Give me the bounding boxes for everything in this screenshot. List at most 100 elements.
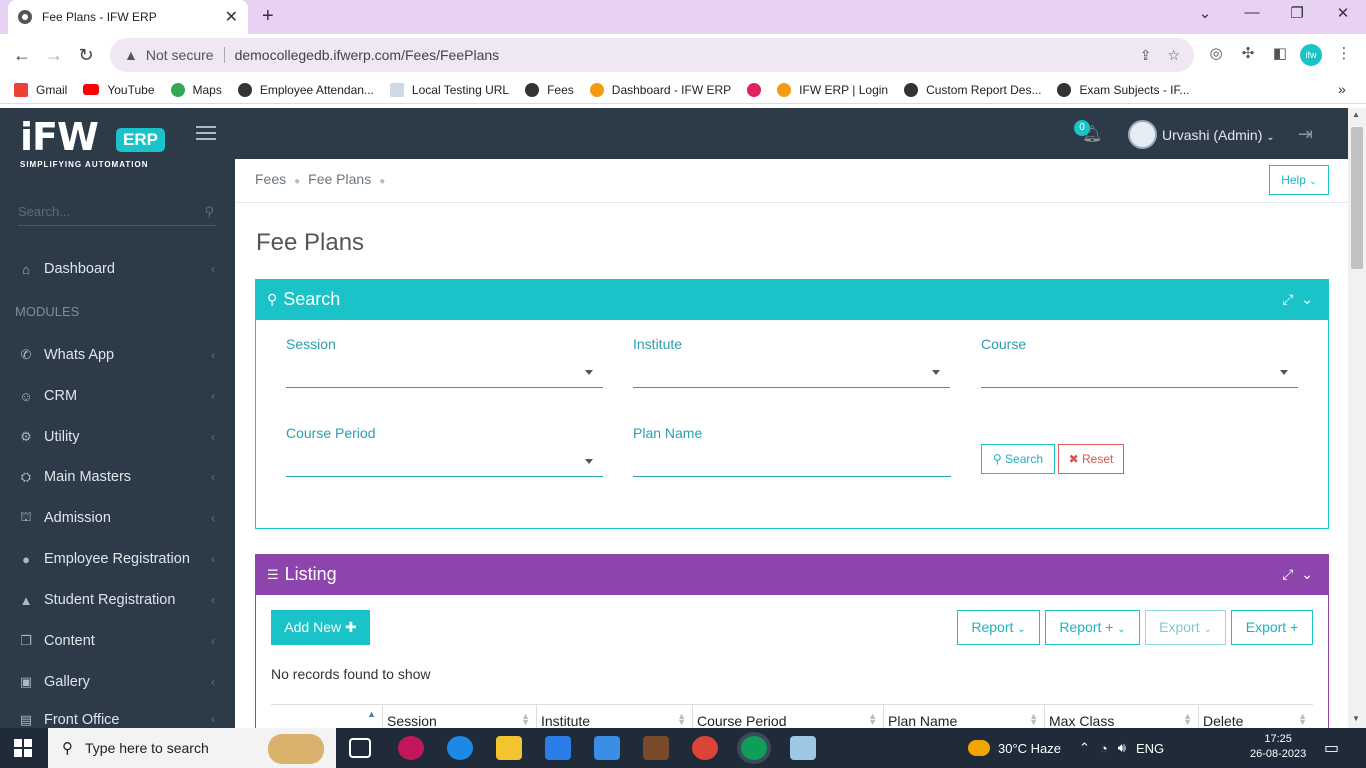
volume-icon[interactable]: 🔊︎ [1118,740,1126,756]
sidebar-item-utility[interactable]: ⚙ Utility ‹ [0,417,235,457]
maps-icon [170,82,185,97]
breadcrumb-fees[interactable]: Fees [255,171,286,187]
chrome-icon[interactable] [692,736,718,760]
sidebar-item-dashboard[interactable]: ⌂ Dashboard ‹ [0,249,235,289]
course-period-select[interactable] [286,451,603,477]
bookmark-ifw-login[interactable]: IFW ERP | Login [777,82,888,97]
help-button[interactable]: Help ⌄ [1269,165,1329,195]
reset-button[interactable]: ✖ Reset [1058,444,1124,474]
bookmark-red[interactable] [747,82,762,97]
microsoft-store-icon[interactable] [545,736,571,760]
restore-icon[interactable]: ❐ [1282,4,1312,22]
logout-icon[interactable]: ⇥ [1298,124,1313,145]
edge-browser-icon[interactable] [447,736,473,760]
expand-icon[interactable]: ⤢ [1282,566,1293,582]
share-icon[interactable]: ⇪ [1140,47,1152,64]
language-indicator[interactable]: ENG [1136,741,1164,756]
sidebar-item-content[interactable]: ❐ Content ‹ [0,621,235,661]
collapse-chevron-icon[interactable]: ⌄ [1301,291,1313,307]
sidebar-item-whatsapp[interactable]: ✆ Whats App ‹ [0,335,235,375]
sidebar-item-admission[interactable]: ⛫ Admission ‹ [0,498,235,538]
bookmark-custom-report[interactable]: Custom Report Des... [904,82,1041,97]
chevron-down-icon: ⌄ [1309,176,1317,186]
export-button[interactable]: Export ⌄ [1145,610,1226,645]
chevron-up-icon[interactable]: ⌃ [1079,740,1090,756]
chrome-active-icon[interactable] [741,736,767,760]
globe-icon [1057,82,1072,97]
export-label: Export [1159,619,1200,635]
warning-icon[interactable]: ▲ [124,47,138,63]
notepad-icon[interactable] [790,736,816,760]
minimize-icon[interactable]: — [1237,4,1267,21]
network-icon[interactable]: ◔ [1100,741,1108,756]
mail-icon[interactable] [594,736,620,760]
taskbar-clock[interactable]: 17:25 26-08-2023 [1250,732,1306,762]
scrollbar-thumb[interactable] [1351,127,1363,269]
user-menu[interactable]: Urvashi (Admin) ⌄ [1162,127,1275,143]
ifw-erp-logo[interactable]: iFW ERP SIMPLIFYING AUTOMATION [20,118,170,178]
scroll-down-icon[interactable]: ▼ [1352,714,1360,723]
expand-icon[interactable]: ⤢ [1282,291,1293,307]
browser-tab[interactable]: Fee Plans - IFW ERP ✕ [8,0,248,34]
not-secure-label[interactable]: Not secure [146,47,225,63]
windows-start-icon[interactable] [14,739,32,757]
forward-icon[interactable]: → [38,45,70,66]
taskbar-search-input[interactable]: ⚲ Type here to search [48,728,336,768]
column-label: Plan Name [888,713,958,729]
course-select[interactable] [981,362,1298,388]
notification-center-icon[interactable]: ▭ [1324,738,1339,758]
bookmark-fees[interactable]: Fees [525,82,574,97]
report-plus-button[interactable]: Report + ⌄ [1045,610,1140,645]
task-view-icon[interactable] [349,738,371,758]
close-window-icon[interactable]: ✕ [1328,4,1358,22]
menu-kebab-icon[interactable]: ⋮ [1332,44,1356,66]
sidebar-item-student-registration[interactable]: ▲ Student Registration ‹ [0,580,235,620]
caret-down-icon [585,370,593,375]
file-explorer-icon[interactable] [496,736,522,760]
bookmark-employee-attendance[interactable]: Employee Attendan... [237,82,374,97]
url-text[interactable]: democollegedb.ifwerp.com/Fees/FeePlans [235,47,1124,63]
column-label: Institute [541,713,591,729]
bookmark-local-testing[interactable]: Local Testing URL [389,82,509,97]
sidebar-item-gallery[interactable]: ▣ Gallery ‹ [0,662,235,702]
extensions-icon[interactable]: ✣ [1236,44,1260,66]
bookmark-maps[interactable]: Maps [170,82,222,97]
close-tab-icon[interactable]: ✕ [225,7,238,27]
session-select[interactable] [286,362,603,388]
institute-select[interactable] [633,362,950,388]
back-icon[interactable]: ← [6,45,38,66]
search-button[interactable]: ⚲ Search [981,444,1055,474]
weather-haze-icon[interactable] [968,740,990,756]
new-tab-icon[interactable]: + [262,5,274,28]
report-button[interactable]: Report ⌄ [957,610,1040,645]
add-new-button[interactable]: Add New ✚ [271,610,370,645]
bookmark-gmail[interactable]: Gmail [14,82,67,97]
tab-search-icon[interactable]: ⌄ [1190,4,1220,22]
sidebar-search-input[interactable]: Search... ⚲ [18,200,216,226]
wps-office-icon[interactable] [398,736,424,760]
more-bookmarks-icon[interactable]: » [1338,81,1346,97]
export-plus-button[interactable]: Export + [1231,610,1313,645]
weather-text[interactable]: 30°C Haze [998,741,1061,756]
collapse-chevron-icon[interactable]: ⌄ [1301,566,1313,582]
breadcrumb-fee-plans[interactable]: Fee Plans [308,171,371,187]
scroll-up-icon[interactable]: ▲ [1352,110,1360,119]
plan-name-input[interactable] [633,451,951,477]
sidebar-item-front-office[interactable]: ▤ Front Office ‹ [0,702,235,728]
grammarly-icon[interactable]: ◎ [1204,44,1228,66]
bookmark-dashboard[interactable]: Dashboard - IFW ERP [589,82,731,97]
game-app-icon[interactable] [643,736,669,760]
avatar[interactable] [1128,120,1157,149]
profile-avatar-icon[interactable]: ifw [1300,44,1322,66]
address-bar[interactable]: ▲ Not secure democollegedb.ifwerp.com/Fe… [110,38,1194,72]
bookmark-star-icon[interactable]: ☆ [1167,47,1180,64]
bookmark-exam-subjects[interactable]: Exam Subjects - IF... [1057,82,1190,97]
hamburger-menu-icon[interactable] [196,126,216,140]
sidebar-item-crm[interactable]: ☺ CRM ‹ [0,376,235,416]
sidebar-item-employee-registration[interactable]: ● Employee Registration ‹ [0,539,235,579]
side-panel-icon[interactable]: ◧ [1268,44,1292,66]
reload-icon[interactable]: ↻ [70,45,102,66]
search-icon[interactable]: ⚲ [204,204,214,220]
bookmark-youtube[interactable]: YouTube [83,83,155,97]
sidebar-item-main-masters[interactable]: ⛭ Main Masters ‹ [0,457,235,497]
